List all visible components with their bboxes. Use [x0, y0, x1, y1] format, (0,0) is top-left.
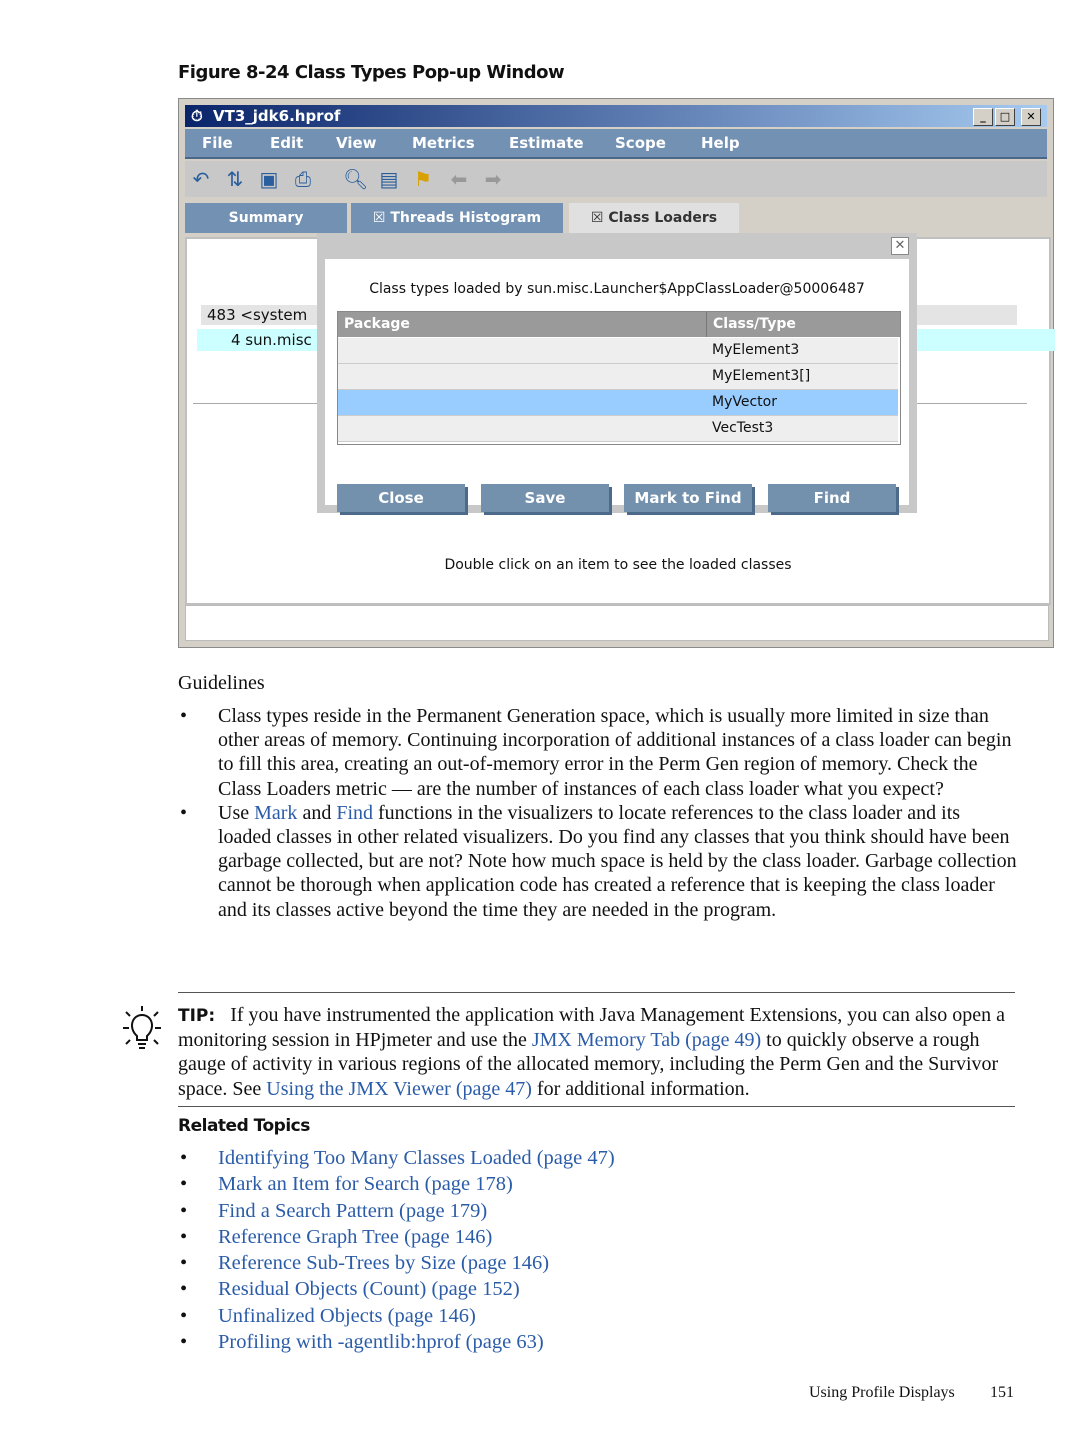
close-dialog-icon[interactable]: ✕ — [891, 237, 909, 255]
undo-icon[interactable]: ↶ — [189, 167, 213, 191]
tab-threads-histogram[interactable]: ☒ Threads Histogram — [351, 203, 563, 233]
status-hint: Double click on an item to see the loade… — [444, 557, 792, 573]
window-title: VT3_jdk6.hprof — [213, 107, 341, 125]
menu-help[interactable]: Help — [701, 129, 740, 157]
menu-bar: File Edit View Metrics Estimate Scope He… — [185, 129, 1047, 159]
tip-paragraph: TIP: If you have instrumented the applic… — [178, 1004, 1005, 1100]
mark-to-find-button[interactable]: Mark to Find — [624, 484, 752, 512]
related-link[interactable]: Unfinalized Objects (page 146) — [218, 1305, 476, 1327]
tab-label: Threads Histogram — [390, 210, 542, 226]
maximize-button[interactable]: □ — [995, 108, 1015, 126]
close-window-button[interactable]: ✕ — [1021, 108, 1041, 126]
menu-estimate[interactable]: Estimate — [509, 129, 584, 157]
lightbulb-tip-icon — [123, 1006, 161, 1049]
menu-file[interactable]: File — [202, 129, 233, 157]
list-item: Class types reside in the Permanent Gene… — [178, 704, 1018, 801]
list-item: Mark an Item for Search (page 178) — [178, 1171, 1018, 1198]
list-item: Reference Sub-Trees by Size (page 146) — [178, 1250, 1018, 1277]
compare-icon[interactable]: ⇅ — [223, 167, 247, 191]
mark-link[interactable]: Mark — [254, 802, 297, 824]
table-row[interactable]: MyElement3 — [338, 338, 898, 364]
document-icon[interactable]: ▤ — [377, 167, 401, 191]
bottom-panel — [185, 605, 1049, 641]
back-arrow-icon[interactable]: ⬅ — [447, 167, 471, 191]
menu-scope[interactable]: Scope — [615, 129, 666, 157]
print-icon[interactable]: ⎙ — [291, 167, 315, 191]
list-item: Find a Search Pattern (page 179) — [178, 1198, 1018, 1225]
forward-arrow-icon[interactable]: ➡ — [481, 167, 505, 191]
related-link[interactable]: Mark an Item for Search (page 178) — [218, 1173, 513, 1195]
document-page: Figure 8-24 Class Types Pop-up Window ⏱ … — [0, 0, 1080, 1438]
list-item: Identifying Too Many Classes Loaded (pag… — [178, 1145, 1018, 1172]
find-link[interactable]: Find — [336, 802, 373, 824]
list-item: Use Mark and Find functions in the visua… — [178, 801, 1018, 922]
footer-section: Using Profile Displays — [809, 1384, 955, 1401]
find-icon[interactable]: 🔍︎ — [343, 167, 368, 191]
related-link[interactable]: Residual Objects (Count) (page 152) — [218, 1278, 520, 1300]
save-icon[interactable]: ▣ — [257, 167, 281, 191]
dialog-heading: Class types loaded by sun.misc.Launcher$… — [369, 281, 865, 297]
column-header-class-type[interactable]: Class/Type — [706, 312, 796, 337]
tab-summary[interactable]: Summary — [185, 203, 347, 233]
minimize-button[interactable]: _ — [973, 108, 993, 126]
column-header-package[interactable]: Package — [344, 312, 410, 337]
menu-edit[interactable]: Edit — [270, 129, 303, 157]
related-link[interactable]: Reference Graph Tree (page 146) — [218, 1226, 492, 1248]
divider — [178, 1106, 1015, 1107]
save-button[interactable]: Save — [481, 484, 609, 512]
menu-metrics[interactable]: Metrics — [412, 129, 475, 157]
list-item: Residual Objects (Count) (page 152) — [178, 1276, 1018, 1303]
divider — [178, 992, 1015, 993]
related-topics-heading: Related Topics — [178, 1116, 310, 1136]
related-link[interactable]: Identifying Too Many Classes Loaded (pag… — [218, 1147, 615, 1169]
list-item: Profiling with -agentlib:hprof (page 63) — [178, 1329, 1018, 1356]
class-types-dialog: ✕ Class types loaded by sun.misc.Launche… — [317, 233, 917, 513]
tab-class-loaders[interactable]: ☒ Class Loaders — [569, 203, 739, 233]
related-topics-list: Identifying Too Many Classes Loaded (pag… — [178, 1145, 1018, 1356]
menu-view[interactable]: View — [336, 129, 377, 157]
related-link[interactable]: Reference Sub-Trees by Size (page 146) — [218, 1252, 549, 1274]
guidelines-list: Class types reside in the Permanent Gene… — [178, 704, 1018, 922]
guidelines-heading: Guidelines — [178, 672, 265, 694]
app-window-screenshot: ⏱ VT3_jdk6.hprof _ □ ✕ File Edit View Me… — [178, 98, 1055, 648]
toolbar: ↶ ⇅ ▣ ⎙ 🔍︎ ▤ ⚑ ⬅ ➡ — [185, 161, 1047, 197]
page-number: 151 — [990, 1384, 1014, 1401]
flag-icon[interactable]: ⚑ — [411, 167, 435, 191]
table-row[interactable]: VecTest3 — [338, 416, 898, 442]
list-item: Reference Graph Tree (page 146) — [178, 1224, 1018, 1251]
related-link[interactable]: Find a Search Pattern (page 179) — [218, 1200, 487, 1222]
tab-label: Class Loaders — [608, 210, 718, 226]
tip-label: TIP: — [178, 1006, 216, 1026]
jmx-viewer-link[interactable]: Using the JMX Viewer (page 47) — [266, 1078, 532, 1100]
list-item: Unfinalized Objects (page 146) — [178, 1303, 1018, 1330]
table-row-selected[interactable]: MyVector — [338, 390, 898, 416]
find-button[interactable]: Find — [768, 484, 896, 512]
table-row[interactable]: MyElement3[] — [338, 364, 898, 390]
jmx-memory-tab-link[interactable]: JMX Memory Tab (page 49) — [532, 1029, 761, 1051]
title-bar: ⏱ VT3_jdk6.hprof _ □ ✕ — [185, 105, 1047, 127]
class-types-table: Package Class/Type MyElement3 MyElement3… — [337, 311, 901, 445]
related-link[interactable]: Profiling with -agentlib:hprof (page 63) — [218, 1331, 544, 1353]
close-button[interactable]: Close — [337, 484, 465, 512]
figure-caption: Figure 8-24 Class Types Pop-up Window — [178, 62, 565, 83]
app-icon: ⏱ — [191, 107, 203, 125]
